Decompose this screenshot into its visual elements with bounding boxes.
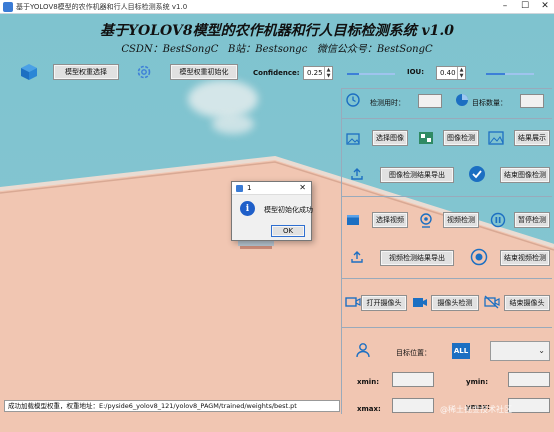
user-icon <box>355 342 371 358</box>
info-glyph: i <box>245 203 250 214</box>
target-select-dropdown[interactable]: ⌄ <box>490 341 550 361</box>
dialog-message: 模型初始化成功 <box>264 206 313 214</box>
target-position-label: 目标位置： <box>396 349 431 357</box>
xmax-value <box>392 398 434 413</box>
dialog-ok-button[interactable]: OK <box>271 225 305 237</box>
iou-spinbox[interactable]: 0.40 ▲ ▼ <box>436 66 466 80</box>
pie-chart-icon <box>455 93 469 107</box>
xmin-value <box>392 372 434 387</box>
clock-icon <box>346 93 360 107</box>
xmax-label: xmax: <box>357 405 381 413</box>
stop-circle-icon <box>470 248 488 266</box>
confidence-label: Confidence: <box>253 69 300 77</box>
detect-time-label: 检测用时： <box>370 99 405 107</box>
pause-icon <box>490 212 506 228</box>
xmin-label: xmin: <box>357 378 379 386</box>
dialog-app-icon <box>236 185 243 192</box>
gear-icon <box>135 63 152 80</box>
ymax-value <box>508 398 550 413</box>
dialog-close-button[interactable]: ✕ <box>299 183 306 192</box>
status-bar: 成功加载模型权重，权重地址：E:/pyside6_yolov8_121/yolo… <box>4 400 340 412</box>
divider <box>342 88 552 89</box>
divider <box>342 196 552 197</box>
info-icon: i <box>240 201 255 216</box>
export-image-result-button[interactable]: 图像检测结果导出 <box>380 167 454 183</box>
camera-off-icon <box>484 295 500 309</box>
ymin-label: ymin: <box>466 378 489 386</box>
confidence-slider[interactable] <box>347 73 395 75</box>
divider <box>342 278 552 279</box>
webcam-icon <box>418 212 434 228</box>
spin-arrows-icon[interactable]: ▲ ▼ <box>457 67 465 79</box>
video-file-icon <box>346 213 360 227</box>
open-camera-button[interactable]: 打开摄像头 <box>361 295 407 311</box>
dialog-titlebar: 1 ✕ <box>232 182 311 195</box>
panel-border <box>341 88 342 414</box>
show-result-button[interactable]: 结果展示 <box>514 130 550 146</box>
all-targets-icon: ALL <box>452 343 470 359</box>
all-badge-text: ALL <box>453 347 469 355</box>
end-video-detect-button[interactable]: 结束视频检测 <box>500 250 550 266</box>
app-subheading: CSDN：BestSongC B站：Bestsongc 微信公众号：BestSo… <box>121 44 433 55</box>
chevron-down-icon[interactable]: ⌄ <box>538 346 545 355</box>
select-weights-button[interactable]: 模型权重选择 <box>53 64 119 80</box>
video-camera-icon <box>412 296 428 309</box>
image-detect-icon <box>418 131 434 145</box>
ymin-value <box>508 372 550 387</box>
confidence-spinbox[interactable]: 0.25 ▲ ▼ <box>303 66 333 80</box>
iou-slider-fill <box>486 73 505 75</box>
app-icon <box>3 2 13 12</box>
image-detect-button[interactable]: 图像检测 <box>443 130 479 146</box>
app-heading: 基于YOLOV8模型的农作机器和行人目标检测系统 v1.0 <box>100 23 454 39</box>
divider <box>342 327 552 328</box>
iou-value: 0.40 <box>440 69 456 77</box>
image-icon <box>346 132 360 146</box>
message-dialog: 1 ✕ i 模型初始化成功 OK <box>231 181 313 241</box>
target-count-label: 目标数量： <box>472 99 507 107</box>
close-camera-button[interactable]: 结束摄像头 <box>504 295 550 311</box>
detect-time-value <box>418 94 442 108</box>
cube-icon <box>20 63 38 81</box>
window-titlebar: 基于YOLOV8模型的农作机器和行人目标检测系统 v1.0 – ☐ ✕ <box>0 0 554 14</box>
upload-icon <box>350 250 364 264</box>
confidence-value: 0.25 <box>307 69 323 77</box>
init-weights-button[interactable]: 模型权重初始化 <box>170 64 238 80</box>
end-image-detect-button[interactable]: 结束图像检测 <box>500 167 550 183</box>
confidence-slider-fill <box>347 73 359 75</box>
video-detect-button[interactable]: 视频检测 <box>443 212 479 228</box>
target-count-value <box>520 94 544 108</box>
camera-detect-button[interactable]: 摄像头检测 <box>431 295 479 311</box>
camera-icon <box>345 295 361 309</box>
upload-icon <box>350 167 364 181</box>
window-title: 基于YOLOV8模型的农作机器和行人目标检测系统 v1.0 <box>16 3 188 11</box>
iou-label: IOU: <box>407 68 425 76</box>
iou-slider[interactable] <box>486 73 534 75</box>
select-image-button[interactable]: 选择图像 <box>372 130 408 146</box>
spin-arrows-icon[interactable]: ▲ ▼ <box>324 67 332 79</box>
minimize-button[interactable]: – <box>498 1 512 13</box>
pause-detect-button[interactable]: 暂停检测 <box>514 212 550 228</box>
maximize-button[interactable]: ☐ <box>518 1 532 13</box>
select-video-button[interactable]: 选择视频 <box>372 212 408 228</box>
watermark: @稀土掘金技术社区 <box>440 405 512 414</box>
gallery-icon <box>488 131 504 145</box>
divider <box>342 118 552 119</box>
export-video-result-button[interactable]: 视频检测结果导出 <box>380 250 454 266</box>
close-button[interactable]: ✕ <box>538 1 552 13</box>
check-circle-icon <box>468 165 486 183</box>
dialog-title: 1 <box>247 184 252 192</box>
